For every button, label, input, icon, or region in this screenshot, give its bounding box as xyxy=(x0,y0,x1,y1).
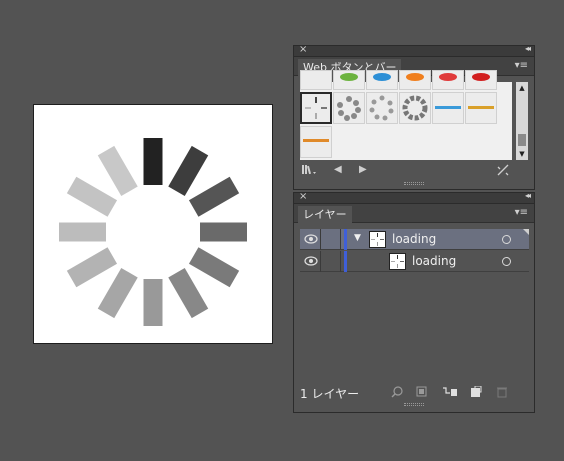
layer-count: 1 レイヤー xyxy=(300,387,360,401)
tab-row: レイヤー ▾≡ xyxy=(294,204,534,223)
column-divider xyxy=(320,251,321,272)
tab-layers[interactable]: レイヤー xyxy=(298,206,352,223)
artboard[interactable] xyxy=(33,104,273,344)
spinner-bar xyxy=(66,176,118,217)
close-icon[interactable]: × xyxy=(299,191,307,202)
trash-icon[interactable] xyxy=(496,386,508,401)
visibility-eye-icon[interactable] xyxy=(304,255,318,267)
close-icon[interactable]: × xyxy=(299,44,307,55)
swatch-3[interactable] xyxy=(366,70,398,90)
panel-footer: ◀ ▶ xyxy=(294,164,534,185)
swatch-6[interactable] xyxy=(465,70,497,90)
layer-name[interactable]: loading xyxy=(412,254,456,268)
target-circle-icon[interactable] xyxy=(502,257,511,266)
spinner-bar xyxy=(143,138,163,185)
selection-indicator-icon xyxy=(523,229,529,235)
spinner-bar xyxy=(188,176,240,217)
visibility-eye-icon[interactable] xyxy=(304,233,318,245)
swatch-1[interactable] xyxy=(300,70,332,90)
next-icon[interactable]: ▶ xyxy=(359,164,367,175)
previous-icon[interactable]: ◀ xyxy=(334,164,342,175)
sublayer-row[interactable]: loading xyxy=(300,251,529,272)
web-buttons-panel: × ◂◂ Web ボタンとバー ▾≡ ▲ ▼ ◀ ▶ xyxy=(293,44,535,190)
panel-titlebar[interactable]: × ◂◂ xyxy=(294,191,534,204)
spinner-bar xyxy=(97,145,138,197)
spinner-bar xyxy=(168,145,209,197)
locate-object-icon[interactable] xyxy=(391,386,403,401)
layers-panel: × ◂◂ レイヤー ▾≡ ▼ loading loading 1 レイヤー xyxy=(293,191,535,413)
scroll-up-icon[interactable]: ▲ xyxy=(517,83,527,93)
column-divider xyxy=(340,251,341,272)
spinner-bar xyxy=(143,279,163,326)
panel-titlebar[interactable]: × ◂◂ xyxy=(294,44,534,57)
swatch-2[interactable] xyxy=(333,70,365,90)
resize-grip[interactable] xyxy=(404,403,424,406)
layer-color-bar xyxy=(344,251,347,272)
layers-list: ▼ loading loading xyxy=(300,229,529,369)
scroll-down-icon[interactable]: ▼ xyxy=(517,149,527,159)
spinner-bar xyxy=(66,247,118,288)
swatch-bar-blue[interactable] xyxy=(432,92,464,124)
swatch-ring[interactable] xyxy=(399,92,431,124)
target-circle-icon[interactable] xyxy=(502,235,511,244)
layer-thumbnail xyxy=(369,231,386,248)
swatch-dots-1[interactable] xyxy=(333,92,365,124)
layer-name[interactable]: loading xyxy=(392,232,436,246)
resize-grip[interactable] xyxy=(404,182,424,185)
library-menu-icon[interactable] xyxy=(302,164,320,179)
panel-menu-icon[interactable]: ▾≡ xyxy=(515,207,528,218)
break-link-icon[interactable] xyxy=(496,164,510,179)
new-layer-icon[interactable] xyxy=(470,385,482,401)
swatch-loading-selected[interactable] xyxy=(300,92,332,124)
spinner-bar xyxy=(168,267,209,319)
layer-color-bar xyxy=(344,229,347,250)
loading-spinner[interactable] xyxy=(34,105,274,345)
column-divider xyxy=(340,229,341,250)
swatch-5[interactable] xyxy=(432,70,464,90)
spinner-bar xyxy=(200,222,247,242)
spinner-bar xyxy=(97,267,138,319)
panel-footer: 1 レイヤー xyxy=(294,385,534,406)
scroll-thumb[interactable] xyxy=(518,134,526,146)
swatch-bar-striped[interactable] xyxy=(465,92,497,124)
swatch-4[interactable] xyxy=(399,70,431,90)
vertical-scrollbar[interactable]: ▲ ▼ xyxy=(516,82,528,160)
expand-arrow-icon[interactable]: ▼ xyxy=(354,233,361,243)
swatch-bar-orange[interactable] xyxy=(300,126,332,158)
make-clipping-mask-icon[interactable] xyxy=(416,386,428,401)
collapse-icon[interactable]: ◂◂ xyxy=(525,44,531,53)
column-divider xyxy=(320,229,321,250)
layer-thumbnail xyxy=(389,253,406,270)
swatch-dots-2[interactable] xyxy=(366,92,398,124)
symbol-swatches xyxy=(300,70,512,160)
spinner-bar xyxy=(188,247,240,288)
collapse-icon[interactable]: ◂◂ xyxy=(525,191,531,200)
spinner-bar xyxy=(59,222,106,242)
panel-menu-icon[interactable]: ▾≡ xyxy=(515,60,528,71)
layer-row[interactable]: ▼ loading xyxy=(300,229,529,250)
new-sublayer-icon[interactable] xyxy=(442,386,458,401)
